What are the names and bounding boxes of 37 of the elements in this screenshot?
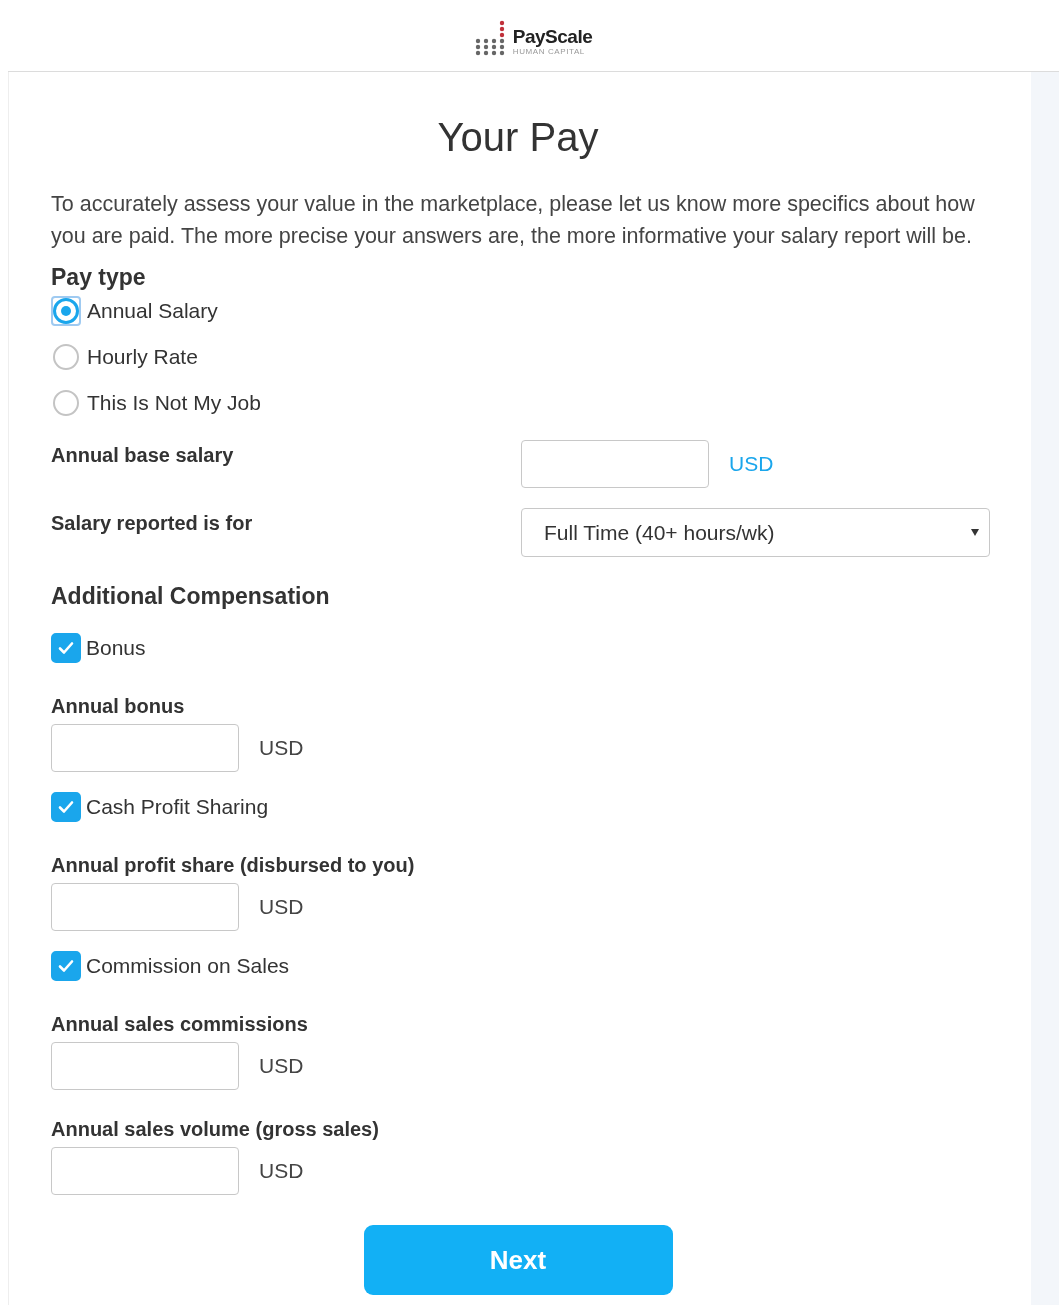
radio-button[interactable] — [51, 296, 81, 326]
intro-text: To accurately assess your value in the marketplace, please let us know more specifics about how you are paid. The more precise your answers are, the more informative your salary report will be. — [51, 191, 976, 250]
checkmark-icon — [57, 639, 75, 657]
radio-label: Hourly Rate — [87, 345, 198, 369]
section-heading: Pay type — [51, 263, 147, 292]
currency-label: USD — [729, 452, 774, 476]
amount-field[interactable] — [51, 883, 239, 931]
checkbox-label: Bonus — [86, 636, 146, 660]
checkbox-label: Cash Profit Sharing — [86, 795, 269, 819]
page-title: Your Pay — [436, 114, 600, 161]
currency-label: USD — [259, 1159, 304, 1183]
field-label: Annual sales volume (gross sales) — [51, 1117, 380, 1142]
currency-label: USD — [259, 736, 304, 760]
checkbox[interactable] — [51, 951, 81, 981]
field-label: Annual sales commissions — [51, 1012, 309, 1037]
section-heading: Additional Compensation — [51, 582, 331, 611]
checkbox[interactable] — [51, 792, 81, 822]
logo-tagline: HUMAN CAPITAL — [512, 46, 585, 56]
field-label: Salary reported is for — [51, 511, 254, 536]
caret-icon — [971, 529, 979, 536]
hours-dropdown[interactable]: Full Time (40+ hours/wk) — [521, 508, 990, 557]
amount-field[interactable] — [51, 1042, 239, 1090]
checkbox-label: Commission on Sales — [86, 954, 290, 978]
currency-label: USD — [259, 895, 304, 919]
amount-field[interactable] — [521, 440, 709, 488]
checkbox[interactable] — [51, 633, 81, 663]
checkmark-icon — [57, 957, 75, 975]
field-label: Annual base salary — [51, 443, 235, 468]
checkmark-icon — [57, 798, 75, 816]
radio-label: This Is Not My Job — [87, 391, 261, 415]
amount-field[interactable] — [51, 1147, 239, 1195]
radio-label: Annual Salary — [87, 299, 218, 323]
logo-text: PayScale — [512, 26, 593, 47]
field-label: Annual profit share (disbursed to you) — [51, 853, 416, 878]
currency-label: USD — [259, 1054, 304, 1078]
amount-field[interactable] — [51, 724, 239, 772]
field-label: Annual bonus — [51, 694, 186, 719]
